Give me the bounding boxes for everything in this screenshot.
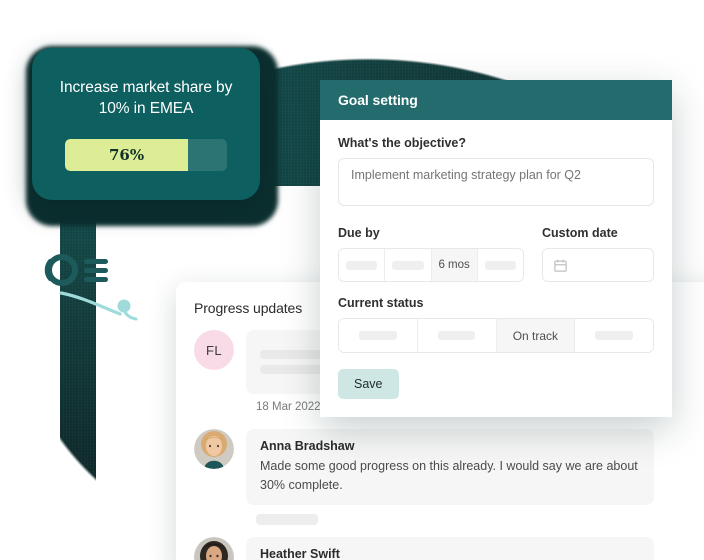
custom-date-input[interactable] [542,248,654,282]
status-option-3[interactable]: On track [496,319,576,352]
due-by-option-1[interactable] [339,249,386,281]
goal-card: Increase market share by 10% in EMEA 76% [32,48,260,200]
current-status-label: Current status [338,296,424,310]
due-by-option-3[interactable]: 6 mos [431,249,478,281]
goal-progress-fill: 76% [65,139,189,172]
custom-date-label: Custom date [542,226,618,240]
due-by-field: Due by 6 mos [338,226,524,282]
avatar [194,536,234,560]
current-status-field: Current status On track [338,296,654,353]
goal-card-title: Increase market share by 10% in EMEA [59,78,233,117]
update-author: Anna Bradshaw [260,439,355,453]
list-item: Heather Swift Brilliant! Always great to… [194,536,704,560]
objective-label: What's the objective? [338,136,466,150]
avatar-photo-anna [194,429,234,469]
skeleton-chip [256,513,318,525]
avatar: FL [194,330,234,370]
dialog-title: Goal setting [338,92,418,108]
due-by-option-4[interactable] [477,249,523,281]
goal-progress-value: 76% [108,146,145,165]
donut-chart-icon [44,254,108,286]
avatar-initials: FL [206,342,222,358]
update-bubble: Heather Swift Brilliant! Always great to… [246,536,654,560]
update-bubble: Anna Bradshaw Made some good progress on… [246,429,654,505]
status-option-1[interactable] [339,319,418,352]
status-option-2[interactable] [417,319,497,352]
due-date-row: Due by 6 mos Custom date [338,226,654,282]
current-status-segmented-control[interactable]: On track [338,318,654,353]
goal-progress-bar: 76% [65,139,227,172]
curved-arrow-icon [59,291,138,321]
due-by-segmented-control[interactable]: 6 mos [338,248,524,282]
update-author: Heather Swift [260,546,340,560]
sparkle-icon [558,8,644,80]
due-by-option-2[interactable] [385,249,432,281]
dialog-header: Goal setting [320,80,672,120]
objective-input[interactable] [338,158,654,206]
avatar [194,429,234,469]
list-item: Anna Bradshaw Made some good progress on… [194,429,704,505]
custom-date-field: Custom date [542,226,654,282]
update-message: Made some good progress on this already.… [260,459,638,492]
avatar-photo-heather [194,536,234,560]
goal-setting-dialog: Goal setting What's the objective? Due b… [320,80,672,417]
list-lines-icon [84,259,108,282]
calendar-icon [554,259,567,272]
status-option-4[interactable] [575,319,653,352]
save-button[interactable]: Save [338,369,399,399]
due-by-label: Due by [338,226,380,240]
dialog-body: What's the objective? Due by 6 mos Custo… [320,120,672,399]
screenshot-stage: Increase market share by 10% in EMEA 76%… [0,0,704,560]
